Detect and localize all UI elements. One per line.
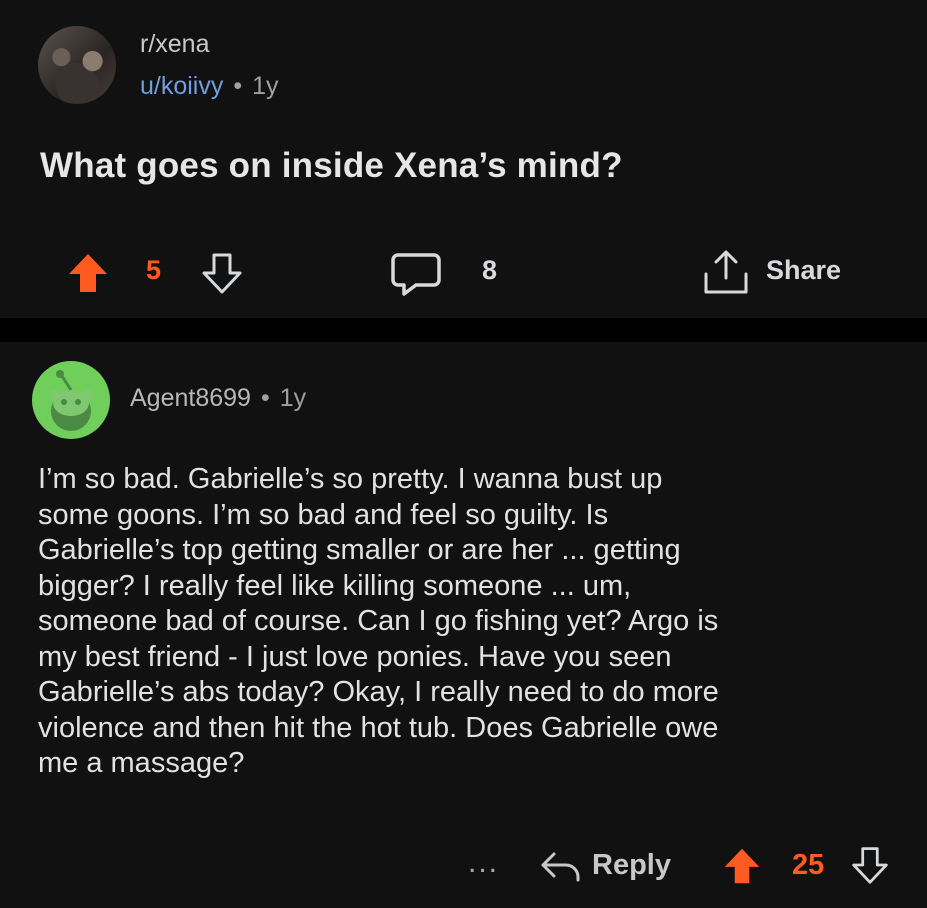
comment-age: 1y	[279, 384, 307, 412]
downvote-arrow-icon	[852, 847, 888, 884]
share-button-icon[interactable]	[700, 248, 752, 303]
meta-separator: •	[233, 72, 243, 100]
downvote-arrow-icon	[202, 253, 242, 294]
comment-line: someone bad of course. Can I go fishing …	[38, 605, 719, 637]
post-meta: u/koiivy • 1y	[140, 72, 279, 101]
comment-downvote-button[interactable]	[850, 845, 890, 890]
upvote-button[interactable]	[66, 251, 110, 300]
meta-separator: •	[260, 384, 270, 412]
subreddit-name[interactable]: r/xena	[140, 30, 209, 59]
upvote-arrow-icon	[69, 254, 107, 292]
upvote-arrow-icon	[724, 848, 760, 884]
comment-score: 25	[792, 849, 825, 881]
comment-line: some goons. I’m so bad and feel so guilt…	[38, 498, 609, 531]
comment-bubble-icon	[391, 253, 441, 296]
comment-meta: Agent8699 • 1y	[130, 384, 306, 413]
commenter-avatar[interactable]	[32, 361, 110, 439]
reply-button[interactable]: Reply	[592, 849, 671, 882]
post-score: 5	[146, 255, 162, 285]
post-age: 1y	[252, 72, 279, 100]
post-author[interactable]: u/koiivy	[140, 72, 223, 100]
comment-line: my best friend - I just love ponies. Hav…	[38, 640, 672, 673]
comment-line: me a massage?	[38, 747, 245, 779]
comment-line: Gabrielle’s abs today? Okay, I really ne…	[38, 676, 719, 708]
share-button[interactable]: Share	[766, 255, 841, 286]
comment-body: I’m so bad. Gabrielle’s so pretty. I wan…	[38, 462, 898, 782]
subreddit-avatar[interactable]	[38, 26, 116, 104]
reply-arrow-icon	[541, 852, 580, 882]
reply-button-icon[interactable]	[540, 848, 582, 889]
comment-count: 8	[482, 255, 498, 285]
share-icon	[704, 250, 748, 294]
downvote-button[interactable]	[200, 251, 244, 300]
comment-line: violence and then hit the hot tub. Does …	[38, 711, 719, 744]
comment-line: Gabrielle’s top getting smaller or are h…	[38, 534, 681, 566]
post-title[interactable]: What goes on inside Xena’s mind?	[40, 146, 623, 186]
divider	[0, 318, 927, 342]
more-options-button[interactable]: ...	[468, 846, 499, 880]
snoo-avatar-icon	[49, 370, 93, 431]
comment-line: bigger? I really feel like killing someo…	[38, 569, 632, 602]
comment-upvote-button[interactable]	[722, 846, 762, 891]
comments-button[interactable]	[390, 251, 442, 302]
comment-author[interactable]: Agent8699	[130, 384, 251, 412]
comment-line: I’m so bad. Gabrielle’s so pretty. I wan…	[38, 463, 663, 495]
